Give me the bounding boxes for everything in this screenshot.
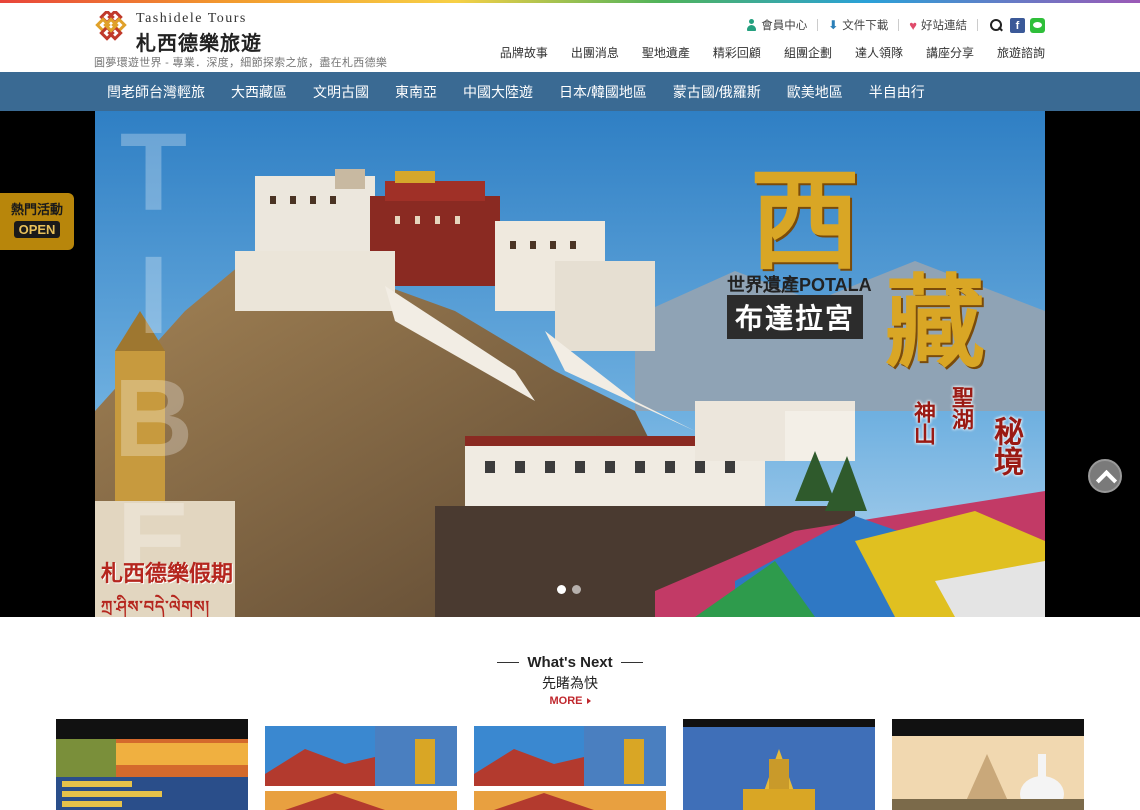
category-bar: 閆老師台灣輕旅 大西藏區 文明古國 東南亞 中國大陸遊 日本/韓國地區 蒙古國/… [0, 72, 1140, 111]
hero-phrase-mystic-land: 秘境 [988, 416, 1023, 476]
tour-card-row [56, 719, 1084, 810]
category-greater-tibet[interactable]: 大西藏區 [231, 82, 287, 102]
facebook-icon[interactable]: f [1010, 17, 1025, 33]
category-semi-independent[interactable]: 半自由行 [869, 82, 925, 102]
more-label: MORE [549, 695, 583, 707]
category-mainland-china[interactable]: 中國大陸遊 [463, 82, 533, 102]
whats-next-section: What's Next 先睹為快 MORE [0, 650, 1140, 707]
tour-card[interactable] [474, 719, 666, 810]
whats-next-more-link[interactable]: MORE [0, 695, 1140, 707]
divider [898, 19, 900, 31]
hero-tibet-watermark: TIBET [95, 111, 215, 617]
hero-palace-caption: 布達拉宮 [727, 295, 864, 339]
nav-travel-consult[interactable]: 旅遊諮詢 [997, 44, 1045, 61]
nav-expert-leaders[interactable]: 達人領隊 [855, 44, 903, 61]
hero-title-zang: 藏 [885, 263, 985, 381]
carousel-dot-2[interactable] [572, 585, 581, 594]
category-europe-america[interactable]: 歐美地區 [787, 82, 843, 102]
friendly-links-link[interactable]: ♥ 好站連結 [909, 17, 967, 33]
hot-activity-open: OPEN [13, 221, 61, 238]
divider [977, 19, 978, 31]
tour-card[interactable] [683, 719, 875, 810]
nav-group-planning[interactable]: 組團企劃 [784, 44, 832, 61]
back-to-top-button[interactable] [1088, 459, 1122, 493]
category-mongolia-russia[interactable]: 蒙古國/俄羅斯 [673, 82, 761, 102]
tour-card[interactable] [56, 719, 248, 810]
nav-lectures[interactable]: 講座分享 [926, 44, 974, 61]
carousel-dots [557, 585, 581, 594]
hero-brand-caption: 札西德樂假期 [101, 561, 234, 587]
heart-icon: ♥ [909, 17, 917, 33]
document-download-label: 文件下載 [842, 20, 889, 32]
line-app-icon[interactable] [1030, 17, 1045, 33]
category-japan-korea[interactable]: 日本/韓國地區 [559, 82, 647, 102]
divider [817, 19, 819, 31]
hero-heritage-caption: 世界遺產POTALA [727, 275, 872, 295]
main-nav: 品牌故事 出團消息 聖地遺產 精彩回顧 組團企劃 達人領隊 講座分享 旅遊諮詢 [500, 44, 1045, 61]
carousel-dot-1[interactable] [557, 585, 566, 594]
nav-holy-heritage[interactable]: 聖地遺產 [642, 44, 690, 61]
endless-knot-logo-icon [95, 11, 127, 41]
tour-card-image [56, 719, 248, 810]
nav-brand-story[interactable]: 品牌故事 [500, 44, 548, 61]
site-tagline: 圓夢環遊世界 - 專業．深度，細節探索之旅，盡在札西德樂 [94, 57, 388, 69]
hot-activity-badge[interactable]: 熱門活動 OPEN [0, 193, 74, 250]
hero-tibetan-caption: ཀྲ་ཤིས་བདེ་ལེགས། [101, 599, 211, 616]
tour-card-image [892, 719, 1084, 810]
tour-card[interactable] [265, 719, 457, 810]
tour-card-image [265, 719, 457, 810]
tour-card[interactable] [892, 719, 1084, 810]
hero-banner[interactable]: TIBET 西 藏 世界遺產POTALA 布達拉宮 神山 聖湖 秘境 札西德樂假… [95, 111, 1045, 617]
category-taiwan[interactable]: 閆老師台灣輕旅 [107, 82, 205, 102]
nav-tour-news[interactable]: 出團消息 [571, 44, 619, 61]
category-ancient-civilizations[interactable]: 文明古國 [313, 82, 369, 102]
tour-card-image [474, 719, 666, 810]
member-center-link[interactable]: 會員中心 [746, 17, 807, 33]
nav-highlights[interactable]: 精彩回顧 [713, 44, 761, 61]
site-logo[interactable]: Tashidele Tours 札西德樂旅遊 [94, 9, 374, 55]
hero-title-xi: 西 [750, 156, 860, 285]
hero-phrase-holy-lake: 聖湖 [948, 386, 974, 430]
friendly-links-label: 好站連結 [921, 20, 967, 32]
site-header: Tashidele Tours 札西德樂旅遊 圓夢環遊世界 - 專業．深度，細節… [0, 3, 1140, 72]
caret-right-icon [586, 698, 591, 705]
hot-activity-label: 熱門活動 [10, 202, 63, 217]
whats-next-subtitle: 先睹為快 [542, 675, 598, 691]
member-center-label: 會員中心 [761, 20, 808, 32]
download-icon: ⬇ [828, 18, 839, 32]
logo-name-en: Tashidele Tours [136, 11, 247, 26]
utility-links: 會員中心 ⬇ 文件下載 ♥ 好站連結 f [746, 16, 1045, 34]
document-download-link[interactable]: ⬇ 文件下載 [828, 17, 888, 33]
hero-phrase-sacred-mountain: 神山 [910, 401, 936, 445]
search-icon[interactable] [990, 19, 1002, 31]
logo-name-zh: 札西德樂旅遊 [136, 31, 262, 55]
user-icon [746, 19, 757, 31]
whats-next-title: What's Next [497, 654, 642, 671]
tour-card-image [683, 719, 875, 810]
category-southeast-asia[interactable]: 東南亞 [395, 82, 437, 102]
